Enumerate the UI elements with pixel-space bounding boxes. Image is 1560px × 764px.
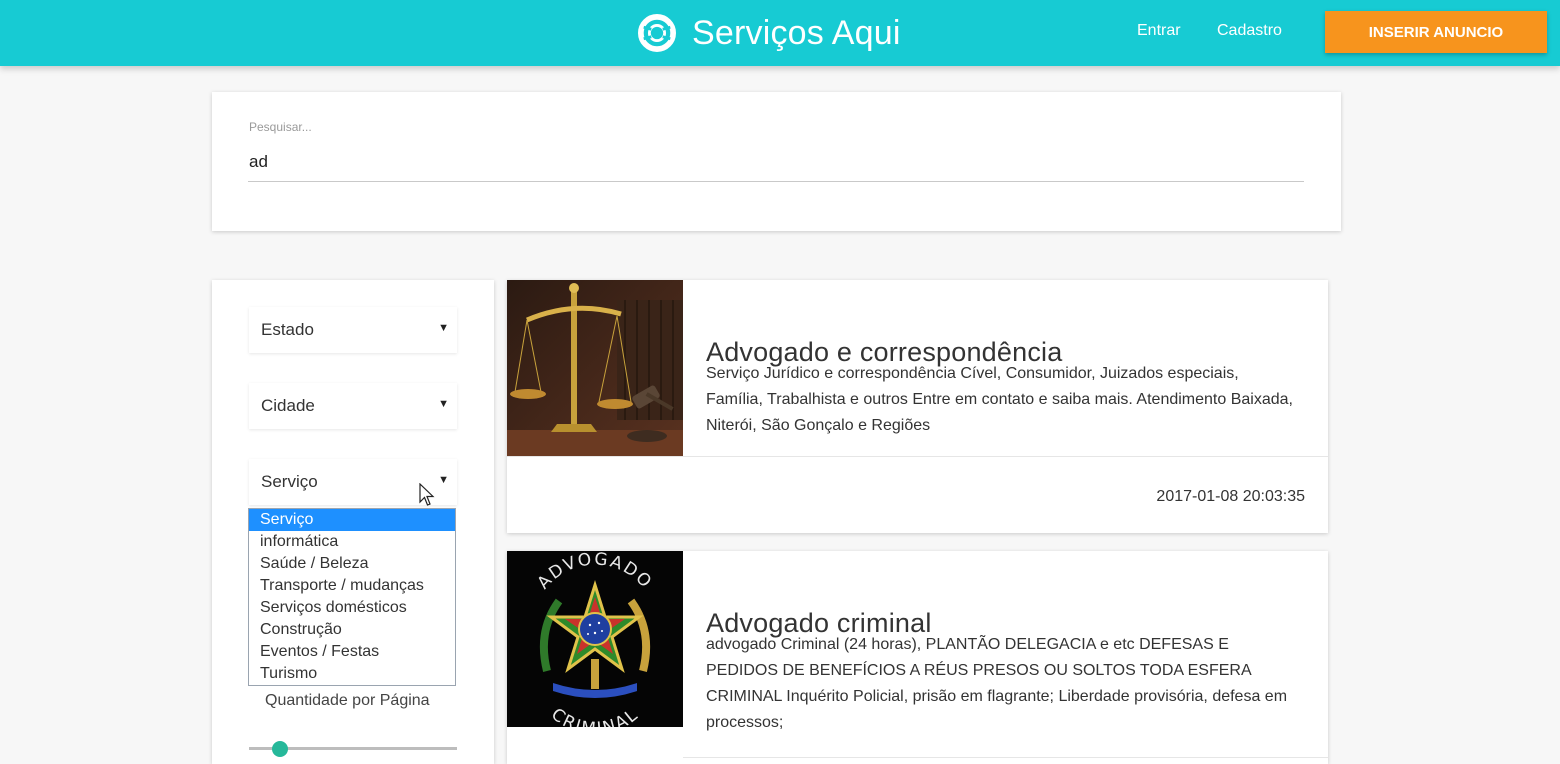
top-header: Serviços Aqui Entrar Cadastro INSERIR AN… [0, 0, 1560, 66]
scales-of-justice-image[interactable] [507, 280, 683, 456]
signup-link[interactable]: Cadastro [1217, 22, 1282, 40]
estado-select[interactable]: Estado ▼ [249, 307, 457, 353]
dropdown-option[interactable]: informática [249, 531, 455, 553]
listing-description: advogado Criminal (24 horas), PLANTÃO DE… [706, 636, 1288, 731]
card-divider [683, 757, 1328, 758]
dropdown-option[interactable]: Turismo [249, 663, 455, 685]
lifebuoy-icon [638, 14, 676, 52]
dropdown-arrow-icon: ▼ [438, 322, 449, 334]
listing-date: 2017-01-08 20:03:35 [1156, 488, 1305, 505]
brand[interactable]: Serviços Aqui [638, 12, 901, 54]
dropdown-option[interactable]: Eventos / Festas [249, 641, 455, 663]
listing-card[interactable]: ADVOGADO CRIMINAL Advogado criminal advo… [507, 551, 1328, 764]
search-card: Pesquisar... [212, 92, 1341, 231]
card-divider [507, 456, 1328, 457]
listing-card[interactable]: Advogado e correspondência Serviço Juríd… [507, 280, 1328, 533]
dropdown-option[interactable]: Construção [249, 619, 455, 641]
dropdown-option[interactable]: Saúde / Beleza [249, 553, 455, 575]
servico-dropdown-list[interactable]: Serviço informática Saúde / Beleza Trans… [248, 508, 456, 686]
mouse-cursor-icon [419, 483, 435, 506]
login-link[interactable]: Entrar [1137, 22, 1181, 40]
coat-of-arms-image[interactable]: ADVOGADO CRIMINAL [507, 551, 683, 727]
insert-ad-button[interactable]: INSERIR ANUNCIO [1325, 11, 1547, 53]
search-input[interactable] [248, 142, 1304, 182]
estado-select-value: Estado [261, 320, 314, 339]
app-title: Serviços Aqui [692, 13, 901, 52]
servico-select-value: Serviço [261, 472, 318, 491]
dropdown-arrow-icon: ▼ [438, 474, 449, 486]
dropdown-option[interactable]: Serviços domésticos [249, 597, 455, 619]
cidade-select-value: Cidade [261, 396, 315, 415]
dropdown-option[interactable]: Transporte / mudanças [249, 575, 455, 597]
listing-description: Serviço Jurídico e correspondência Cível… [706, 365, 1293, 434]
search-label: Pesquisar... [249, 120, 312, 134]
quantity-per-page-label: Quantidade por Página [265, 692, 430, 709]
dropdown-option[interactable]: Serviço [249, 509, 455, 531]
dropdown-arrow-icon: ▼ [438, 398, 449, 410]
cidade-select[interactable]: Cidade ▼ [249, 383, 457, 429]
